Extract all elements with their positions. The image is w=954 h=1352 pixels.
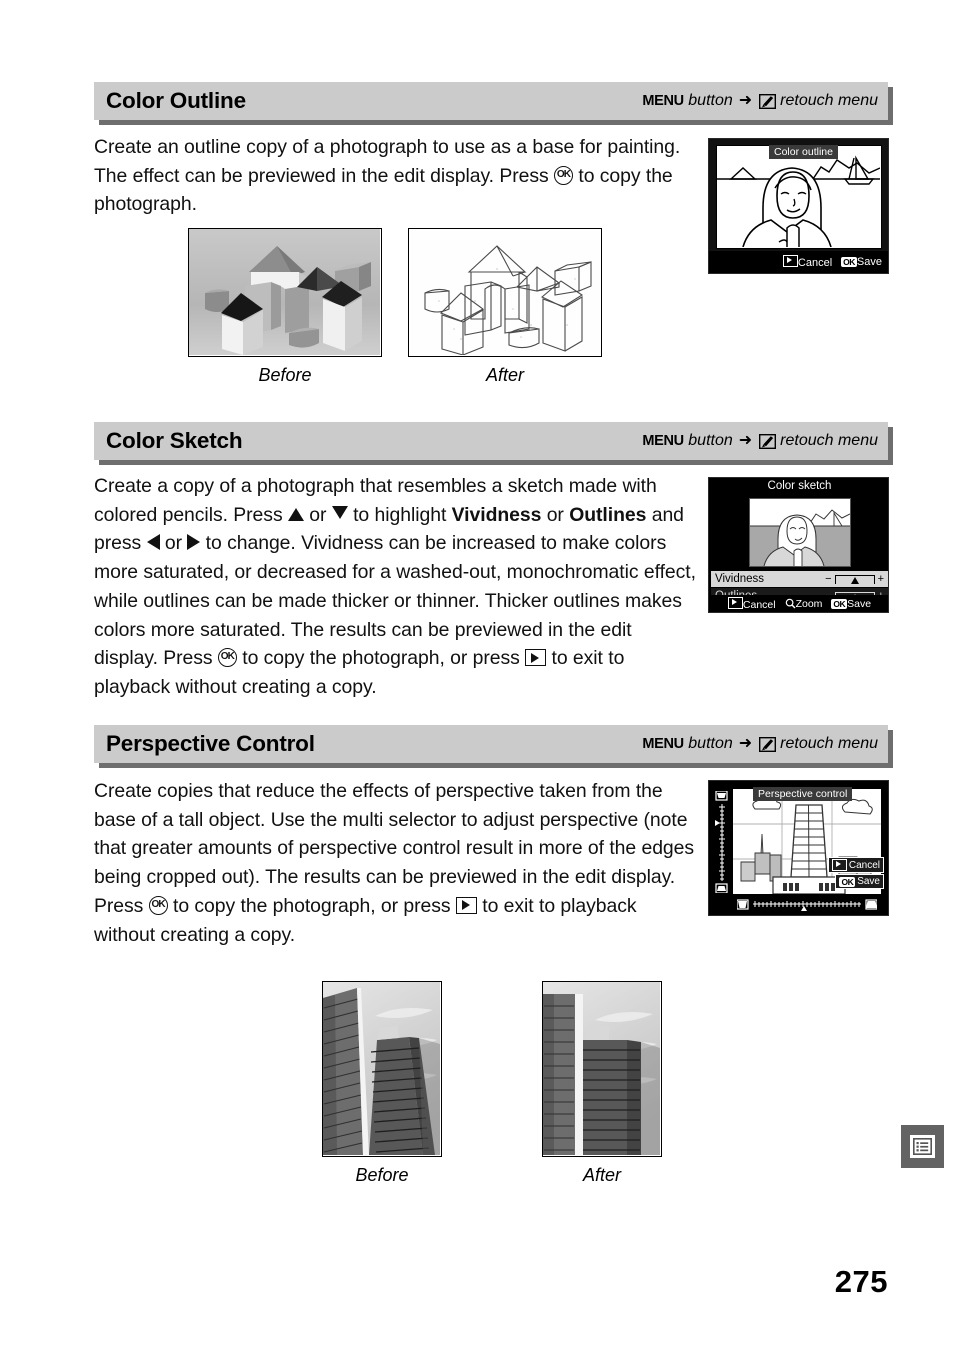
lcd-footer: Cancel Zoom OK Save xyxy=(709,595,888,612)
ok-button-icon: OK xyxy=(554,165,574,185)
body-text-color-outline: Create an outline copy of a photograph t… xyxy=(94,133,694,219)
manual-page: Color Outline MENU button ➜ retouch menu xyxy=(0,0,954,1352)
multi-selector-down-icon xyxy=(331,505,348,519)
figure-after-perspective: After xyxy=(542,981,662,1186)
page-title: Perspective Control xyxy=(106,731,315,756)
lcd-preview-image xyxy=(716,145,882,249)
lcd-perspective-control: Perspective control Cancel OK Save xyxy=(708,780,889,916)
retouch-menu-icon xyxy=(759,93,777,109)
lcd-title-color-outline: Color outline xyxy=(769,145,838,159)
menu-path: MENU button ➜ retouch menu xyxy=(642,735,878,753)
figure-image-after xyxy=(542,981,662,1157)
vertical-perspective-scale[interactable] xyxy=(715,790,728,894)
section-header-color-sketch: Color Sketch MENU button ➜ retouch menu xyxy=(94,422,893,465)
lcd-row-vividness[interactable]: Vividness − + xyxy=(711,571,888,587)
ok-button-icon: OK xyxy=(148,895,168,915)
ok-button-icon: OK xyxy=(217,648,237,668)
lcd-footer: Cancel OK Save xyxy=(827,857,884,889)
ok-icon: OK xyxy=(841,257,857,267)
slider-track[interactable] xyxy=(834,574,875,584)
ok-icon: OK xyxy=(839,876,856,887)
zoom-icon xyxy=(785,598,796,609)
figure-caption-after: After xyxy=(582,1165,621,1185)
figure-before-perspective: Before xyxy=(322,981,442,1186)
section-header-perspective-control: Perspective Control MENU button ➜ retouc… xyxy=(94,725,893,768)
retouch-menu-label: retouch menu xyxy=(780,735,878,752)
minus-icon[interactable]: − xyxy=(825,573,831,585)
page-number: 275 xyxy=(834,1264,888,1299)
paragraph-text: Create copies that reduce the effects of… xyxy=(94,780,695,946)
button-word: button xyxy=(688,432,733,449)
multi-selector-up-icon xyxy=(287,507,304,521)
lcd-zoom-button[interactable]: Zoom xyxy=(785,598,822,610)
ok-icon: OK xyxy=(831,598,848,609)
menu-list-icon xyxy=(910,1135,935,1158)
paragraph-text: Create an outline copy of a photograph t… xyxy=(94,136,681,216)
lcd-title-perspective-control: Perspective control xyxy=(753,787,853,801)
section-perspective-control: Perspective Control MENU button ➜ retouc… xyxy=(94,725,893,768)
button-word: button xyxy=(688,92,733,109)
multi-selector-right-icon xyxy=(187,534,201,551)
lcd-color-outline: Color outline Cancel OK Save xyxy=(708,138,889,274)
arrow-icon: ➜ xyxy=(738,92,753,109)
plus-icon[interactable]: + xyxy=(878,573,884,585)
menu-button-label: MENU xyxy=(642,433,684,449)
paragraph-text: Create a copy of a photograph that resem… xyxy=(94,475,696,698)
header-bar: Color Outline MENU button ➜ retouch menu xyxy=(94,82,888,120)
retouch-menu-icon xyxy=(759,433,777,449)
lcd-save-button[interactable]: OK Save xyxy=(831,598,871,610)
figure-caption-before: Before xyxy=(258,365,312,385)
section-color-outline: Color Outline MENU button ➜ retouch menu xyxy=(94,82,893,125)
page-title: Color Sketch xyxy=(106,428,243,453)
playback-button-icon xyxy=(525,649,547,667)
header-bar: Perspective Control MENU button ➜ retouc… xyxy=(94,725,888,763)
menu-button-label: MENU xyxy=(642,736,684,752)
playback-icon xyxy=(782,255,798,267)
playback-icon xyxy=(727,596,743,609)
playback-button-icon xyxy=(455,896,477,914)
figure-caption-after: After xyxy=(485,365,524,385)
lcd-preview-image xyxy=(749,498,851,567)
lcd-footer: Cancel OK Save xyxy=(709,251,888,273)
button-word: button xyxy=(688,735,733,752)
retouch-menu-label: retouch menu xyxy=(780,432,878,449)
retouch-menu-icon xyxy=(759,736,777,752)
slider-thumb[interactable] xyxy=(850,576,859,584)
lcd-cancel-button[interactable]: Cancel xyxy=(782,255,832,269)
header-bar: Color Sketch MENU button ➜ retouch menu xyxy=(94,422,888,460)
lcd-cancel-button[interactable]: Cancel xyxy=(827,857,884,873)
page-tab-retouch[interactable] xyxy=(901,1125,944,1168)
figure-image-before xyxy=(322,981,442,1157)
figure-image-after xyxy=(408,228,602,357)
playback-icon xyxy=(831,859,847,871)
lcd-color-sketch: Color sketch Vividness − + Cancel Zoom O… xyxy=(708,477,889,613)
body-text-color-sketch: Create a copy of a photograph that resem… xyxy=(94,472,698,702)
multi-selector-left-icon xyxy=(146,534,160,551)
menu-path: MENU button ➜ retouch menu xyxy=(642,92,878,110)
figure-image-before xyxy=(188,228,382,357)
lcd-title-color-sketch: Color sketch xyxy=(767,480,832,492)
lcd-save-button[interactable]: OK Save xyxy=(841,256,882,268)
arrow-icon: ➜ xyxy=(738,735,753,752)
section-color-sketch: Color Sketch MENU button ➜ retouch menu xyxy=(94,422,893,465)
page-title: Color Outline xyxy=(106,88,246,113)
lcd-save-button[interactable]: OK Save xyxy=(835,874,884,889)
section-header-color-outline: Color Outline MENU button ➜ retouch menu xyxy=(94,82,893,125)
figure-caption-before: Before xyxy=(355,1165,409,1185)
horizontal-perspective-scale[interactable] xyxy=(736,898,878,911)
retouch-menu-label: retouch menu xyxy=(780,92,878,109)
lcd-slider-vividness[interactable]: − + xyxy=(825,573,884,585)
body-text-perspective-control: Create copies that reduce the effects of… xyxy=(94,777,698,949)
figure-after-color-outline: After xyxy=(408,228,602,386)
figure-before-color-outline: Before xyxy=(188,228,382,386)
lcd-cancel-button[interactable]: Cancel xyxy=(727,596,776,611)
menu-path: MENU button ➜ retouch menu xyxy=(642,432,878,450)
lcd-row-label: Vividness xyxy=(715,573,765,585)
arrow-icon: ➜ xyxy=(738,432,753,449)
menu-button-label: MENU xyxy=(642,93,684,109)
